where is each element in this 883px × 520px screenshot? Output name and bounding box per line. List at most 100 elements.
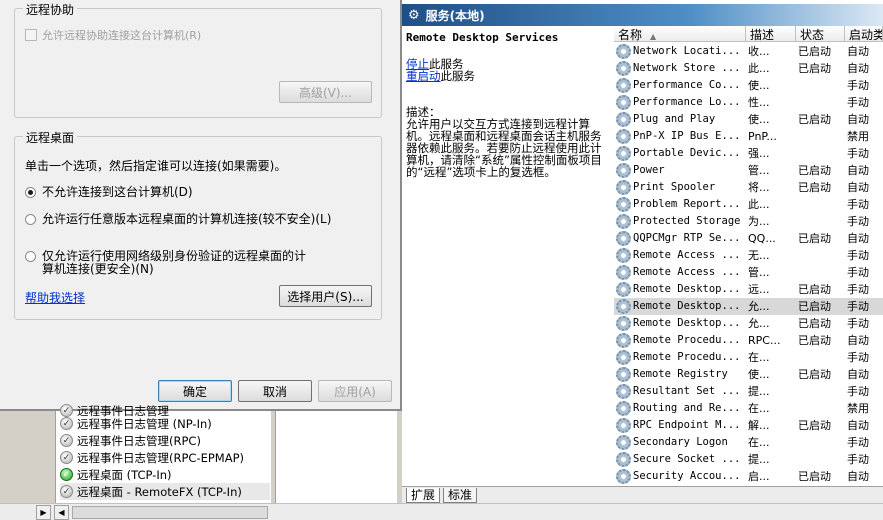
service-name: Routing and Re... — [633, 402, 741, 414]
firewall-rules-list: ✓ 远程事件日志管理 ✓ 远程事件日志管理 (NP-In) ✓ 远程事件日志管理… — [55, 404, 271, 503]
checkbox-box[interactable] — [25, 29, 37, 41]
service-row[interactable]: Plug and Play 使... 已启动 自动 — [614, 111, 883, 128]
tree-item[interactable]: ✓ 远程桌面 - RemoteFX (TCP-In) — [60, 483, 270, 500]
middle-pane — [275, 411, 397, 503]
service-row[interactable]: Performance Lo... 性... 手动 — [614, 94, 883, 111]
radio-allow-any-version[interactable]: 允许运行任意版本远程桌面的计算机连接(较不安全)(L) — [25, 213, 331, 226]
service-status — [798, 400, 842, 417]
service-name: Remote Registry — [633, 368, 728, 380]
tab-standard[interactable]: 标准 — [443, 488, 478, 503]
services-header: ⚙ 服务(本地) — [402, 4, 883, 26]
service-status: 已启动 — [798, 283, 831, 296]
radio-allow-nla-only-label: 仅允许运行使用网络级别身份验证的远程桌面的计 算机连接(更安全)(N) — [42, 250, 306, 276]
enabled-rule-icon: ✓ — [60, 468, 73, 481]
service-row[interactable]: Remote Desktop... 允... 已启动 手动 — [614, 298, 883, 315]
service-row[interactable]: Network Locati... 收... 已启动 自动 — [614, 43, 883, 60]
scroll-left-icon[interactable]: ◀ — [54, 505, 69, 520]
cancel-button[interactable]: 取消 — [238, 380, 312, 402]
tree-item-label: 远程事件日志管理(RPC) — [77, 433, 201, 448]
service-row[interactable]: Remote Registry 使... 已启动 自动 — [614, 366, 883, 383]
service-desc: 提... — [748, 453, 770, 466]
service-row[interactable]: Protected Storage 为... 手动 — [614, 213, 883, 230]
column-header-desc[interactable]: 描述 — [746, 26, 796, 42]
tab-extended[interactable]: 扩展 — [406, 488, 441, 503]
service-status: 已启动 — [798, 368, 831, 381]
service-startup-type: 手动 — [847, 385, 869, 398]
tree-item-label: 远程事件日志管理 (NP-In) — [77, 416, 212, 431]
service-desc: PnP... — [748, 130, 777, 143]
select-users-button[interactable]: 选择用户(S)... — [279, 285, 372, 307]
help-me-choose-link[interactable]: 帮助我选择 — [25, 289, 85, 306]
service-row[interactable]: Remote Access ... 管... 手动 — [614, 264, 883, 281]
tree-item[interactable]: ✓ 远程桌面 (TCP-In) — [60, 466, 172, 483]
service-row[interactable]: PnP-X IP Bus E... PnP... 禁用 — [614, 128, 883, 145]
service-name: Resultant Set ... — [633, 385, 741, 397]
tree-item[interactable]: ✓ 远程事件日志管理(RPC-EPMAP) — [60, 449, 244, 466]
horizontal-scrollbar[interactable]: ▶ ◀ — [0, 503, 400, 520]
scroll-right-icon[interactable]: ▶ — [36, 505, 51, 520]
service-row[interactable]: Problem Report... 此... 手动 — [614, 196, 883, 213]
advanced-button[interactable]: 高级(V)... — [279, 81, 372, 103]
services-gear-icon: ⚙ — [408, 7, 420, 23]
radio-selected-icon[interactable] — [25, 187, 36, 198]
radio-unselected-icon[interactable] — [25, 251, 36, 262]
service-status: 已启动 — [798, 113, 831, 126]
service-row[interactable]: QQPCMgr RTP Se... QQ... 已启动 自动 — [614, 230, 883, 247]
tree-item[interactable]: ✓ 远程事件日志管理 (NP-In) — [60, 415, 212, 432]
service-status: 已启动 — [798, 419, 831, 432]
service-row[interactable]: Secondary Logon 在... 手动 — [614, 434, 883, 451]
service-row[interactable]: Remote Desktop... 远... 已启动 手动 — [614, 281, 883, 298]
restart-service-link[interactable]: 重启动 — [406, 69, 441, 83]
service-desc: 在... — [748, 402, 770, 415]
service-row[interactable]: Remote Desktop... 允... 已启动 手动 — [614, 315, 883, 332]
service-row[interactable]: Remote Procedu... RPC... 已启动 自动 — [614, 332, 883, 349]
service-row[interactable]: Secure Socket ... 提... 手动 — [614, 451, 883, 468]
service-status: 已启动 — [798, 334, 831, 347]
service-row[interactable]: Remote Access ... 无... 手动 — [614, 247, 883, 264]
column-header-status[interactable]: 状态 — [796, 26, 845, 42]
service-row[interactable]: Portable Devic... 强... 手动 — [614, 145, 883, 162]
service-startup-type: 禁用 — [847, 130, 869, 143]
radio-dont-allow[interactable]: 不允许连接到这台计算机(D) — [25, 186, 193, 199]
remote-assistance-title: 远程协助 — [23, 1, 78, 18]
system-properties-dialog: 远程协助 允许远程协助连接这台计算机(R) 高级(V)... 远程桌面 单击一个… — [0, 0, 402, 411]
service-name: Portable Devic... — [633, 147, 741, 159]
ok-button[interactable]: 确定 — [158, 380, 232, 402]
service-desc: 在... — [748, 351, 770, 364]
service-status: 已启动 — [798, 181, 831, 194]
disabled-rule-icon: ✓ — [60, 485, 73, 498]
remote-desktop-description: 单击一个选项，然后指定谁可以连接(如果需要)。 — [25, 159, 287, 173]
allow-remote-assistance-checkbox[interactable]: 允许远程协助连接这台计算机(R) — [25, 27, 201, 43]
column-name-label: 名称 — [618, 28, 643, 42]
service-status — [798, 196, 842, 213]
service-row[interactable]: Performance Co... 使... 手动 — [614, 77, 883, 94]
service-desc: 允... — [748, 317, 770, 330]
service-row[interactable]: Remote Procedu... 在... 手动 — [614, 349, 883, 366]
service-desc: 解... — [748, 419, 770, 432]
service-startup-type: 手动 — [847, 215, 869, 228]
service-desc: 为... — [748, 215, 770, 228]
service-desc: 管... — [748, 164, 770, 177]
radio-allow-nla-only[interactable]: 仅允许运行使用网络级别身份验证的远程桌面的计 算机连接(更安全)(N) — [25, 250, 306, 276]
service-name: Security Accou... — [633, 470, 741, 482]
column-header-startup[interactable]: 启动类 — [845, 26, 883, 42]
service-row[interactable]: Power 管... 已启动 自动 — [614, 162, 883, 179]
service-row[interactable]: Routing and Re... 在... 禁用 — [614, 400, 883, 417]
service-row[interactable]: RPC Endpoint M... 解... 已启动 自动 — [614, 417, 883, 434]
tree-item-label: 远程事件日志管理(RPC-EPMAP) — [77, 450, 245, 465]
radio-unselected-icon[interactable] — [25, 214, 36, 225]
apply-button[interactable]: 应用(A) — [318, 380, 392, 402]
scrollbar-thumb[interactable] — [72, 506, 268, 519]
service-startup-type: 自动 — [847, 368, 869, 381]
tree-item-label: 远程桌面 - RemoteFX (TCP-In) — [77, 484, 242, 499]
service-row[interactable]: Network Store ... 此... 已启动 自动 — [614, 60, 883, 77]
column-header-name[interactable]: 名称 ▲ — [614, 26, 746, 42]
service-startup-type: 手动 — [847, 147, 869, 160]
service-name: Remote Procedu... — [633, 351, 741, 363]
service-row[interactable]: Print Spooler 将... 已启动 自动 — [614, 179, 883, 196]
service-row[interactable]: Resultant Set ... 提... 手动 — [614, 383, 883, 400]
tree-item[interactable]: ✓ 远程事件日志管理(RPC) — [60, 432, 201, 449]
service-desc: 使... — [748, 368, 770, 381]
service-row[interactable]: Security Accou... 启... 已启动 自动 — [614, 468, 883, 485]
service-status — [798, 434, 842, 451]
